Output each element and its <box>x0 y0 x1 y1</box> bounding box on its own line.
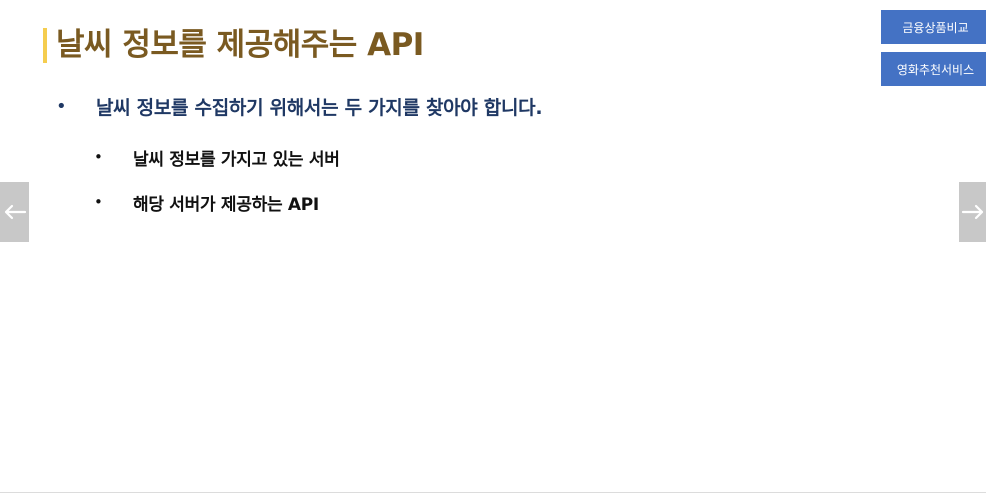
prev-slide-button[interactable] <box>0 182 29 242</box>
next-slide-button[interactable] <box>959 182 986 242</box>
bullet-marker: • <box>94 148 103 166</box>
movie-recommend-button[interactable]: 영화추천서비스 <box>881 52 986 86</box>
bullet-main-text: 날씨 정보를 수집하기 위해서는 두 가지를 찾아야 합니다. <box>96 96 543 119</box>
bullet-sub-item: • 날씨 정보를 가지고 있는 서버 <box>94 144 340 170</box>
arrow-right-icon <box>961 204 983 220</box>
bullet-sub-text: 날씨 정보를 가지고 있는 서버 <box>133 149 340 170</box>
arrow-left-icon <box>4 204 26 220</box>
slide-title: 날씨 정보를 제공해주는 API <box>56 27 424 63</box>
title-accent-bar <box>43 28 47 63</box>
bullet-marker: • <box>56 95 67 117</box>
bullet-sub-text: 해당 서버가 제공하는 API <box>133 194 319 215</box>
bullet-main: • 날씨 정보를 수집하기 위해서는 두 가지를 찾아야 합니다. <box>56 92 543 120</box>
finance-compare-button[interactable]: 금융상품비교 <box>881 10 986 44</box>
bullet-marker: • <box>94 193 103 211</box>
bullet-sub-item: • 해당 서버가 제공하는 API <box>94 189 319 215</box>
